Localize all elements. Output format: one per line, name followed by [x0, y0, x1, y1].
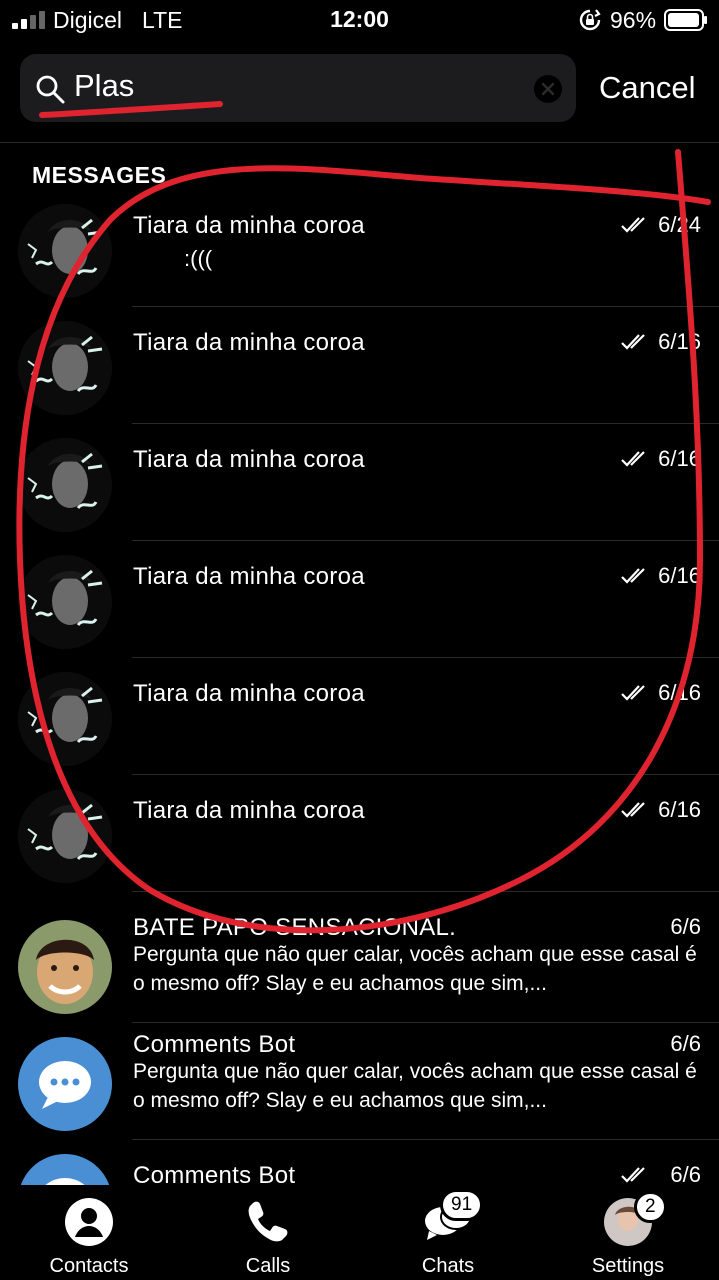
- battery-percent: 96%: [610, 7, 657, 33]
- message-date: 6/6: [670, 1031, 701, 1056]
- message-date: 6/16: [658, 446, 701, 471]
- message-sender: Tiara da minha coroa: [133, 563, 365, 590]
- tab-label-settings: Settings: [591, 1255, 665, 1277]
- chats-badge: 91: [440, 1189, 484, 1221]
- message-sender: Comments Bot: [133, 1031, 296, 1058]
- message-row[interactable]: Tiara da minha coroa 6/16: [0, 424, 719, 541]
- message-sender: Tiara da minha coroa: [133, 797, 365, 824]
- contact-avatar: [18, 555, 112, 649]
- message-preview: :(((: [184, 246, 213, 271]
- rotation-lock-icon: [579, 9, 601, 31]
- message-sender: Tiara da minha coroa: [133, 329, 365, 356]
- message-row[interactable]: Comments Bot 6/6 Pergunta que não quer cal…: [0, 1023, 719, 1140]
- group-avatar: [18, 920, 112, 1014]
- settings-badge: 2: [634, 1191, 667, 1223]
- message-date: 6/16: [658, 329, 701, 354]
- tab-label-chats: Chats: [421, 1255, 475, 1277]
- message-row[interactable]: Tiara da minha coroa 6/16: [0, 775, 719, 892]
- row-divider: [132, 891, 719, 892]
- message-date: 6/16: [658, 680, 701, 705]
- phone-icon: [248, 1201, 288, 1242]
- contact-avatar: [18, 321, 112, 415]
- status-bar: Digicel LTE 12:00 96%: [0, 0, 719, 42]
- message-date: 6/6: [670, 914, 701, 939]
- message-sender: Tiara da minha coroa: [133, 212, 365, 239]
- tab-calls[interactable]: Calls: [188, 1185, 348, 1280]
- contact-avatar: [18, 789, 112, 883]
- message-preview: Pergunta que não quer calar, vocês acham…: [133, 1060, 697, 1112]
- double-check-icon: [621, 451, 645, 467]
- message-date: 6/24: [658, 212, 701, 237]
- tab-contacts[interactable]: Contacts: [9, 1185, 169, 1280]
- message-row[interactable]: Tiara da minha coroa 6/16: [0, 658, 719, 775]
- section-title: MESSAGES: [32, 162, 167, 188]
- cancel-button[interactable]: Cancel: [599, 70, 696, 106]
- bot-avatar: [18, 1037, 112, 1131]
- search-icon: [36, 75, 65, 104]
- contact-avatar: [18, 204, 112, 298]
- contact-avatar: [18, 438, 112, 532]
- double-check-icon: [621, 217, 645, 233]
- clear-search-icon[interactable]: [534, 75, 562, 103]
- message-date: 6/16: [658, 797, 701, 822]
- header-divider: [0, 142, 719, 143]
- message-sender: Tiara da minha coroa: [133, 680, 365, 707]
- person-circle-icon: [65, 1198, 113, 1246]
- tab-label-calls: Calls: [245, 1255, 291, 1277]
- tab-settings[interactable]: 2 Settings: [548, 1185, 708, 1280]
- message-row[interactable]: Tiara da minha coroa 6/16: [0, 307, 719, 424]
- message-sender: BATE PAPO SENSACIONAL.: [133, 914, 457, 941]
- search-field[interactable]: Plas: [20, 54, 576, 122]
- tab-bar: Contacts Calls 91 Chats 2 Settings: [0, 1185, 719, 1280]
- double-check-icon: [621, 802, 645, 818]
- double-check-icon: [621, 685, 645, 701]
- tab-chats[interactable]: 91 Chats: [368, 1185, 528, 1280]
- tab-label-contacts: Contacts: [49, 1255, 129, 1277]
- contact-avatar: [18, 672, 112, 766]
- battery-icon: [664, 9, 707, 31]
- double-check-icon: [621, 568, 645, 584]
- message-sender: Tiara da minha coroa: [133, 446, 365, 473]
- search-input[interactable]: Plas: [74, 68, 134, 104]
- message-date: 6/16: [658, 563, 701, 588]
- message-preview: Pergunta que não quer calar, vocês acham…: [133, 943, 697, 995]
- double-check-icon: [621, 334, 645, 350]
- message-row[interactable]: Tiara da minha coroa 6/24 :(((: [0, 190, 719, 307]
- message-row[interactable]: Tiara da minha coroa 6/16: [0, 541, 719, 658]
- message-row[interactable]: BATE PAPO SENSACIONAL. 6/6 Pergunta que nã…: [0, 906, 719, 1023]
- double-check-icon: [621, 1167, 645, 1183]
